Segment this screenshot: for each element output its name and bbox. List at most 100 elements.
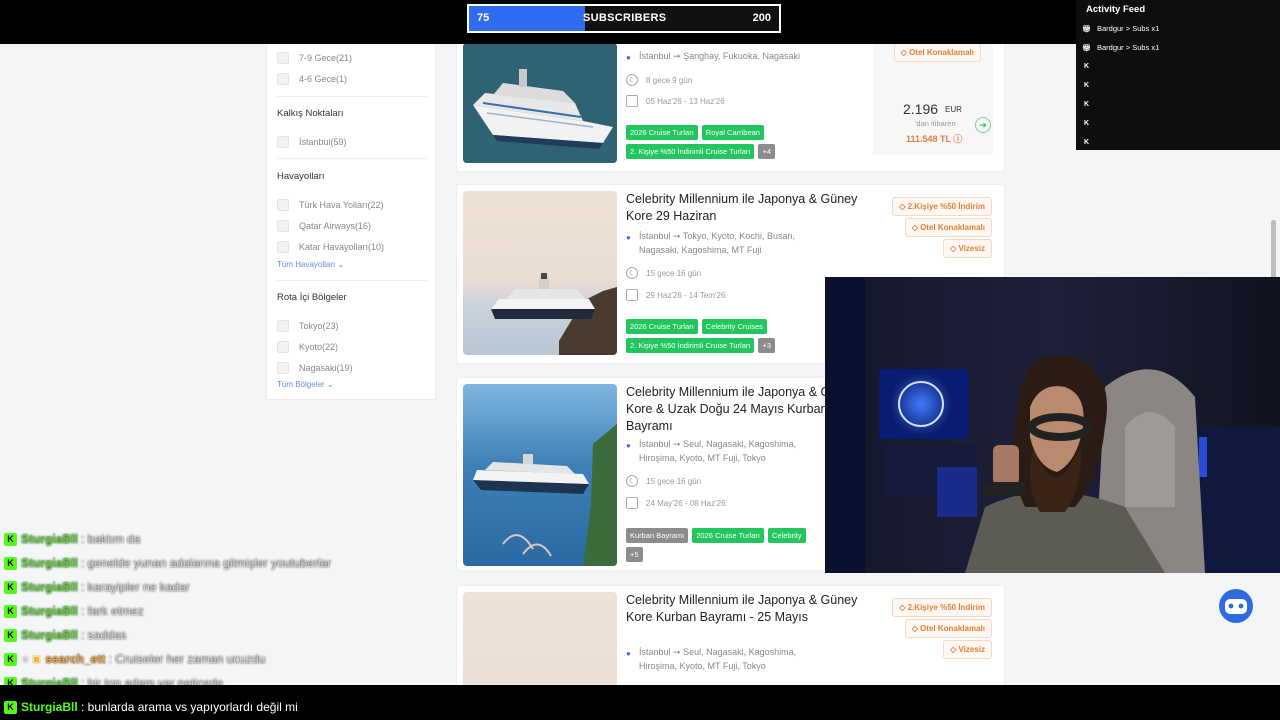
cruise-card[interactable]: ● İstanbul ➞ Şanghay, Fukuoka, Nagasaki ☾… [456,44,1005,172]
badge-label: Otel Konaklamalı [909,48,974,57]
checkbox[interactable] [277,136,289,148]
show-all-airlines-link[interactable]: Tüm Havayolları ⌄ [277,260,344,269]
tag-icon: ◇ [899,603,908,612]
activity-feed: Activity Feed 🎁︎ Bardgur > Subs x1 🎁︎ Bard… [1076,0,1280,150]
tag[interactable]: 2026 Cruise Turları [626,125,698,140]
dates-label: 24 May'26 - 08 Haz'26 [646,498,726,508]
route-text: ● İstanbul ➞ Şanghay, Fukuoka, Nagasaki [626,49,826,63]
streamer-webcam-image [825,277,1280,573]
badge-visa-free: ◇ Vizesiz [943,640,992,659]
calendar-icon [626,497,638,509]
tag[interactable]: 2. Kişiye %50 İndirimli Cruise Turları [626,338,755,353]
checkbox[interactable] [277,73,289,85]
filter-option-region[interactable]: Kyoto(22) [277,341,338,353]
activity-text: Subs x1 [1132,24,1160,33]
tag[interactable]: Royal Carribean [701,125,764,140]
ship-illustration [491,273,617,355]
filter-option-region[interactable]: Nagasaki(19) [277,362,353,374]
checkbox[interactable] [277,199,289,211]
more-tags-badge[interactable]: +3 [758,338,776,353]
duration-label: 15 gece 16 gün [646,476,702,486]
badge-discount: ◇ 2.Kişiye %50 İndirim [892,197,992,216]
gift-icon: 🎁︎ [1082,44,1091,52]
calendar-icon [626,289,638,301]
chat-username: SturgiaBll [21,604,78,618]
checkbox[interactable] [277,320,289,332]
scrollbar-thumb[interactable] [1271,220,1276,280]
filter-option-label: Nagasaki(19) [299,363,353,373]
tag[interactable]: Celebrity [767,528,806,543]
chevron-down-icon: ⌄ [326,380,334,389]
moon-icon: ☾ [626,267,638,279]
kick-badge-icon: K [4,580,17,594]
filter-option-airline[interactable]: Qatar Airways(16) [277,220,371,232]
filter-option-region[interactable]: Tokyo(23) [277,320,339,332]
filter-section-title: Rota İçi Bölgeler [277,292,347,303]
filter-option-airline[interactable]: Katar Havayolları(10) [277,241,384,253]
activity-item-faded: K [1082,115,1272,132]
chatbot-robot-icon[interactable] [1216,586,1256,626]
ship-illustration [463,44,617,163]
filter-option-nights[interactable]: 4-6 Gece(1) [277,73,347,85]
chat-message: K SturgiaBll : genelde yunan adalarına gi… [4,556,331,570]
activity-item-faded: K [1082,96,1272,113]
checkbox[interactable] [277,220,289,232]
filter-section-title: Havayolları [277,171,325,182]
divider [277,158,427,159]
activity-item-faded: K [1082,134,1272,151]
calendar-icon [626,95,638,107]
moon-icon: ☾ [626,74,638,86]
activity-user: Bardgur [1097,43,1124,52]
link-label: Tüm Havayolları [277,260,336,269]
filter-option-label: Qatar Airways(16) [299,221,372,231]
tag[interactable]: 2. Kişiye %50 İndirimli Cruise Turları [626,144,755,159]
kick-logo-icon: K [1083,139,1090,146]
checkbox[interactable] [277,241,289,253]
kick-badge-icon: K [4,628,17,642]
route-text: ● İstanbul ➞ Seul, Nagasaki, Kagoshima, H… [626,645,826,673]
badge-label: 2.Kişiye %50 İndirim [907,202,985,211]
badge-hotel: ◇ Otel Konaklamalı [904,619,992,638]
cruise-title[interactable]: Celebrity Millennium ile Japonya & Güney… [626,191,866,225]
price-tl-value: 111.548 TL [906,134,951,144]
chat-username: SturgiaBll [21,700,78,714]
divider [277,280,427,281]
activity-text: Subs x1 [1132,43,1160,52]
filter-option-departure[interactable]: İstanbul(59) [277,136,347,148]
badge-label: 2.Kişiye %50 İndirim [907,603,985,612]
tag[interactable]: Kurban Bayramı [626,528,689,543]
route-text: ● İstanbul ➞ Seul, Nagasaki, Kagoshima, H… [626,437,826,465]
more-tags-badge[interactable]: +4 [758,144,776,159]
tag[interactable]: 2026 Cruise Turları [692,528,764,543]
arrow-right-icon[interactable]: ➔ [975,117,991,133]
cruise-title[interactable]: Celebrity Millennium ile Japonya & Güney… [626,592,866,626]
info-icon: ⓘ [953,134,963,144]
duration-label: 15 gece 16 gün [646,268,702,278]
cruise-ship-image[interactable] [463,384,617,566]
filter-option-label: Kyoto(22) [299,342,339,352]
more-tags-badge[interactable]: +5 [626,547,643,562]
filter-option-nights[interactable]: 7-9 Gece(21) [277,52,352,64]
filter-option-airline[interactable]: Türk Hava Yolları(22) [277,199,384,211]
tag[interactable]: 2026 Cruise Turları [626,319,698,334]
checkbox[interactable] [277,362,289,374]
filter-option-label: Tokyo(23) [299,321,339,331]
cruise-ship-image[interactable] [463,191,617,355]
tag-list: Kurban Bayramı 2026 Cruise Turları Celeb… [626,528,826,562]
duration: ☾ 15 gece 16 gün [626,267,701,279]
route-label: İstanbul ➞ Seul, Nagasaki, Kagoshima, Hi… [639,647,797,671]
checkbox[interactable] [277,52,289,64]
tag[interactable]: Celebrity Cruises [701,319,767,334]
kick-badge-icon: K [4,532,17,546]
cruise-ship-image[interactable] [463,592,617,685]
activity-user: Bardgur [1097,24,1124,33]
subscriber-goal-target: 200 [752,12,771,24]
kick-badge-icon: K [4,652,17,666]
cruise-ship-image[interactable] [463,44,617,163]
cruise-card[interactable]: Celebrity Millennium ile Japonya & Güney… [456,585,1005,685]
price: 2.196 [903,101,939,117]
gift-icon: 🎁︎ [1082,25,1091,33]
checkbox[interactable] [277,341,289,353]
show-all-regions-link[interactable]: Tüm Bölgeler ⌄ [277,380,334,389]
badge-label: Otel Konaklamalı [920,624,985,633]
